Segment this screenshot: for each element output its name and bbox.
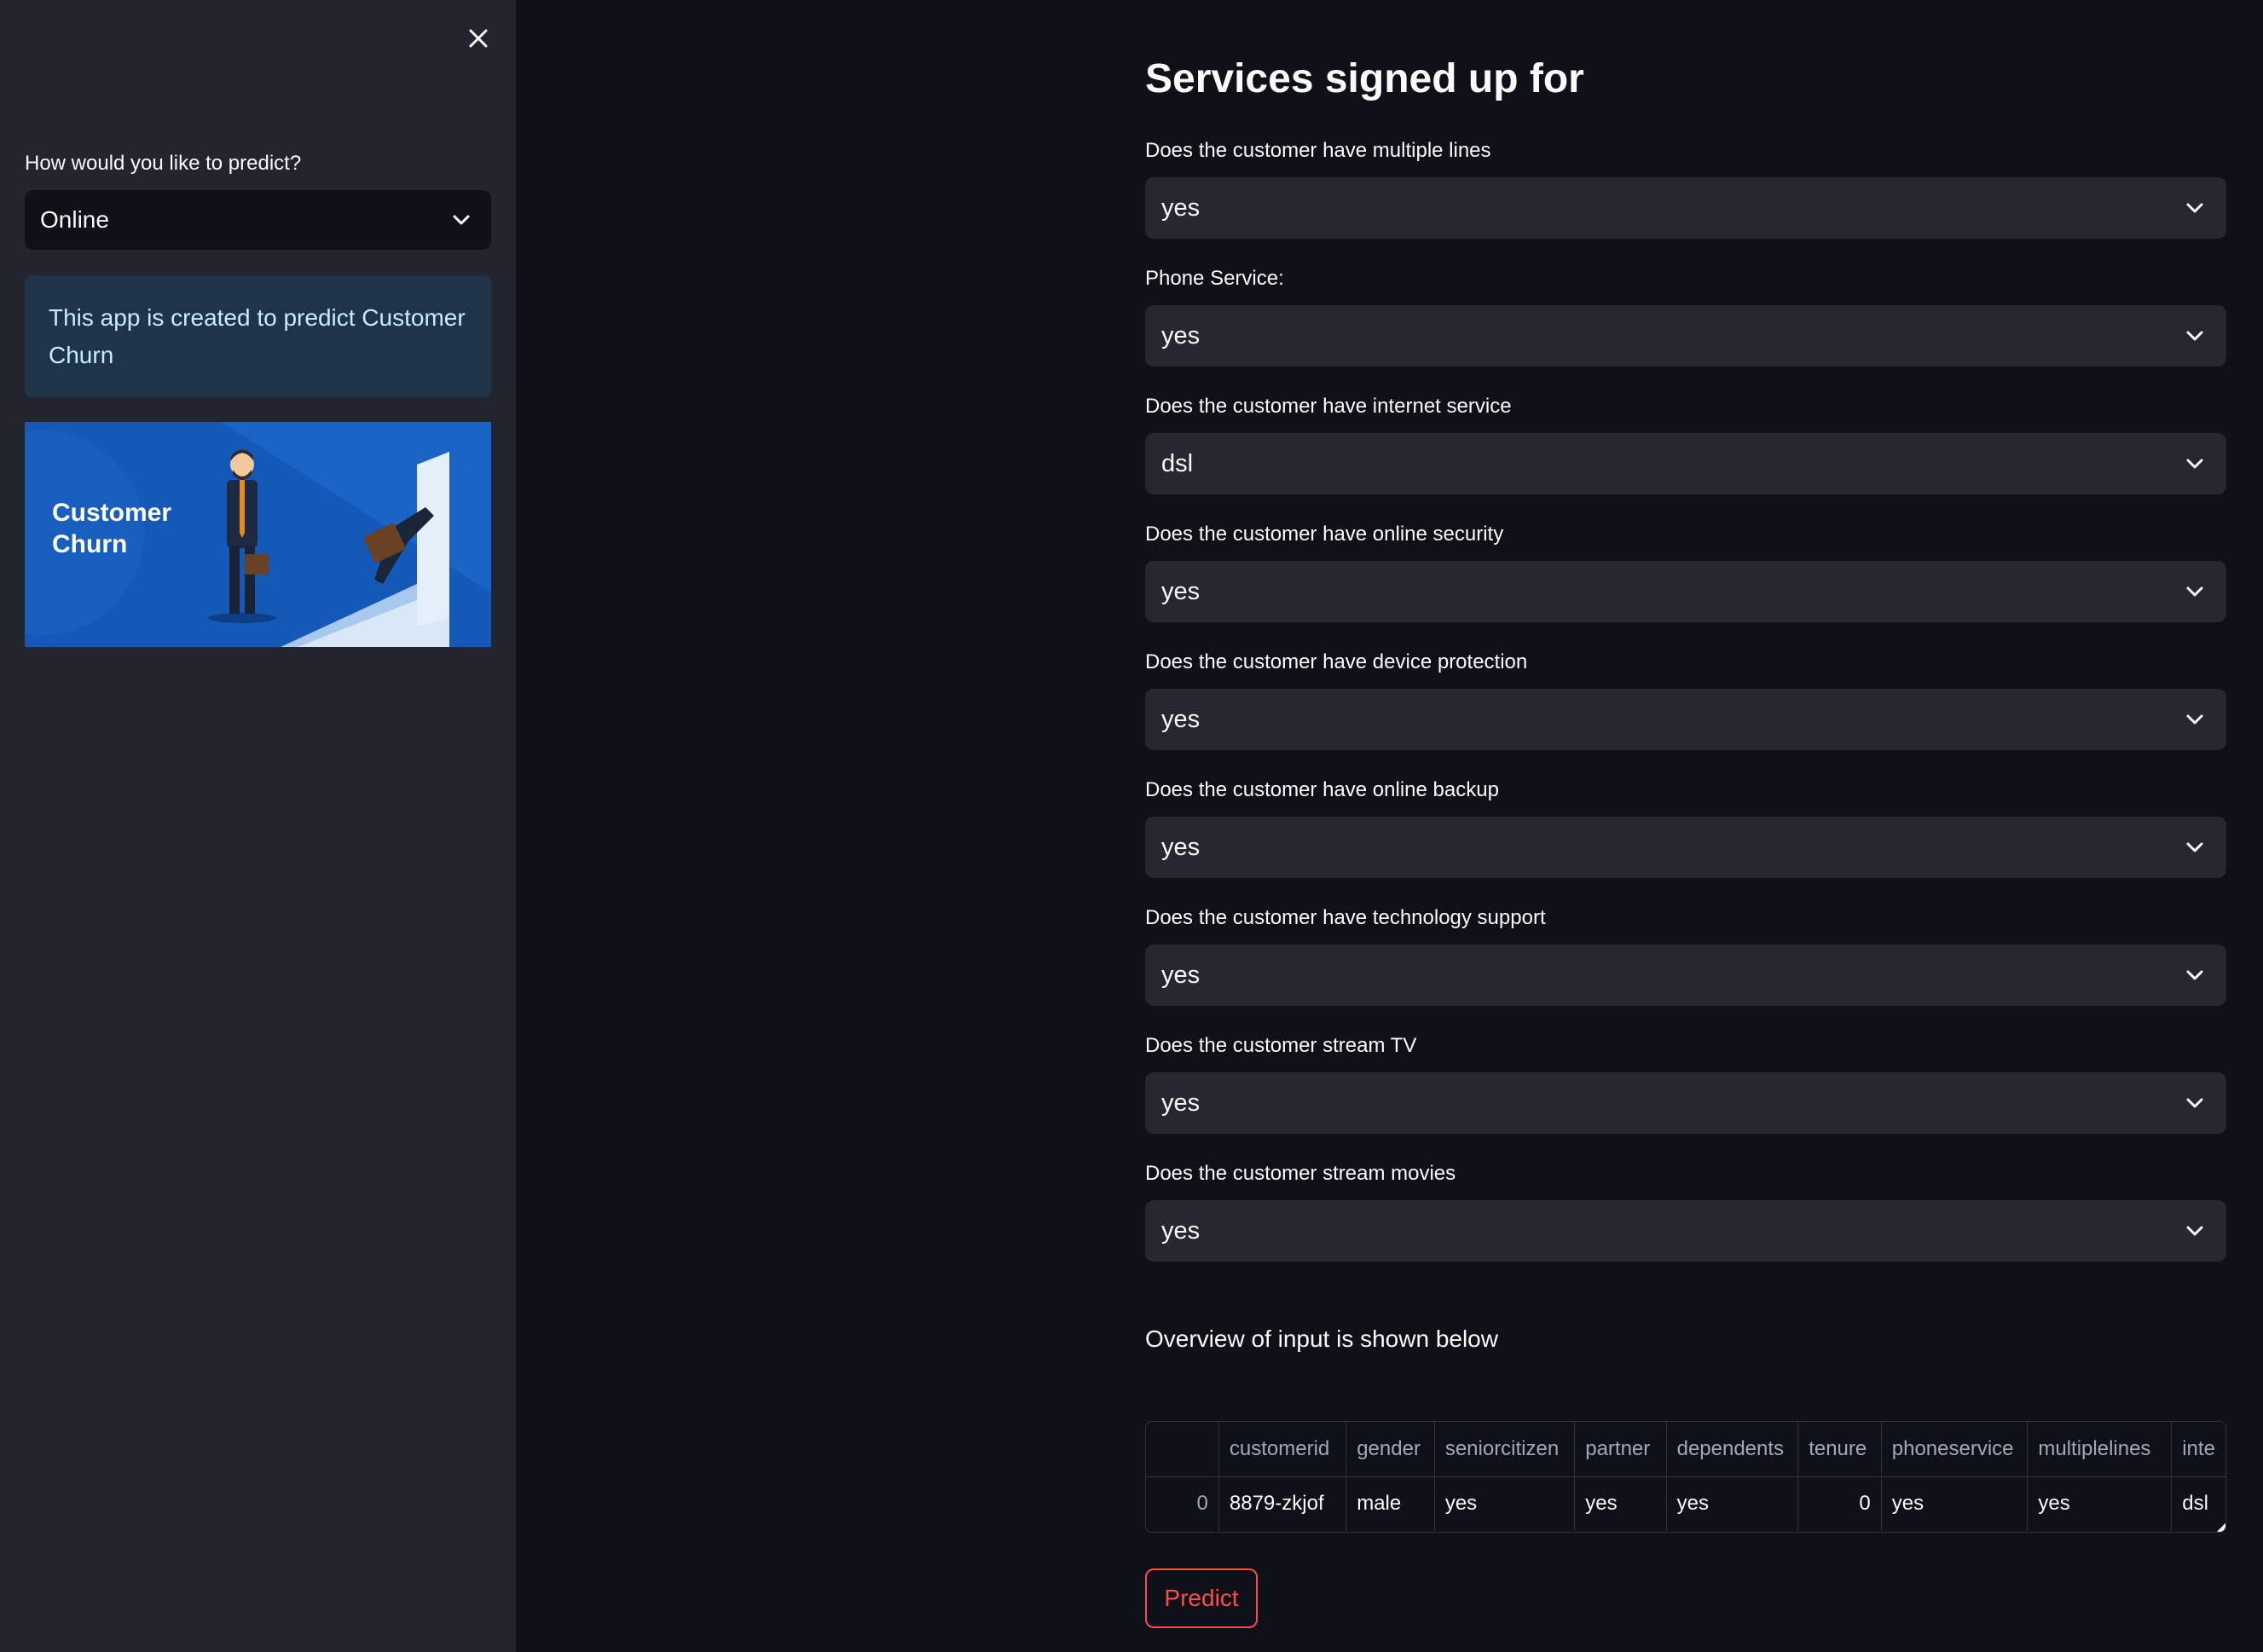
predict-mode-label: How would you like to predict? — [25, 152, 302, 175]
data-table: customerid gender seniorcitizen partner … — [1146, 1422, 2225, 1531]
technology-support-select[interactable]: yes — [1145, 944, 2226, 1006]
chevron-down-icon — [2186, 459, 2203, 469]
select-value: yes — [1161, 321, 1201, 349]
table-header-row: customerid gender seniorcitizen partner … — [1146, 1422, 2225, 1477]
column-header-multiplelines[interactable]: multiplelines — [2027, 1422, 2173, 1477]
column-header-customerid[interactable]: customerid — [1218, 1422, 1347, 1477]
table-cell[interactable]: 0 — [1797, 1476, 1882, 1531]
table-cell[interactable]: yes — [2027, 1476, 2173, 1531]
overview-text: Overview of input is shown below — [1145, 1326, 1498, 1352]
chevron-down-icon — [2186, 331, 2203, 341]
customer-churn-banner: Customer Churn — [25, 422, 491, 647]
field-online-backup: Does the customer have online backup yes — [1145, 776, 2226, 878]
select-value: dsl — [1161, 449, 1194, 477]
field-device-protection: Does the customer have device protection… — [1145, 648, 2226, 750]
table-cell[interactable]: yes — [1574, 1476, 1667, 1531]
stream-movies-select[interactable]: yes — [1145, 1200, 2226, 1262]
field-online-security: Does the customer have online security y… — [1145, 520, 2226, 622]
column-header-phoneservice[interactable]: phoneservice — [1881, 1422, 2029, 1477]
field-label: Does the customer stream movies — [1145, 1162, 1456, 1185]
close-sidebar-button[interactable] — [461, 21, 495, 55]
field-label: Does the customer stream TV — [1145, 1034, 1417, 1057]
chevron-down-icon — [2186, 714, 2203, 725]
field-stream-tv: Does the customer stream TV yes — [1145, 1031, 2226, 1134]
chevron-down-icon — [453, 215, 470, 225]
table-resize-handle[interactable] — [2217, 1523, 2225, 1532]
select-value: yes — [1161, 1216, 1201, 1245]
close-icon — [469, 29, 488, 48]
page-title: Services signed up for — [1145, 56, 1584, 101]
column-header-gender[interactable]: gender — [1346, 1422, 1435, 1477]
field-label: Does the customer have internet service — [1145, 395, 1512, 418]
select-value: yes — [1161, 1089, 1201, 1117]
field-label: Does the customer have online security — [1145, 523, 1504, 546]
chevron-down-icon — [2186, 970, 2203, 980]
field-label: Does the customer have online backup — [1145, 778, 1499, 801]
field-label: Phone Service: — [1145, 267, 1284, 290]
chevron-down-icon — [2186, 842, 2203, 852]
banner-title: Customer Churn — [52, 499, 172, 558]
chevron-down-icon — [2186, 586, 2203, 597]
field-phone-service: Phone Service: yes — [1145, 264, 2226, 367]
predict-mode-value: Online — [40, 206, 109, 233]
column-header-dependents[interactable]: dependents — [1666, 1422, 1799, 1477]
internet-service-select[interactable]: dsl — [1145, 433, 2226, 494]
phone-service-select[interactable]: yes — [1145, 305, 2226, 367]
predict-button[interactable]: Predict — [1145, 1568, 1258, 1628]
table-cell-index[interactable]: 0 — [1146, 1476, 1219, 1531]
multiple-lines-select[interactable]: yes — [1145, 177, 2226, 239]
field-stream-movies: Does the customer stream movies yes — [1145, 1159, 2226, 1262]
field-technology-support: Does the customer have technology suppor… — [1145, 904, 2226, 1006]
column-header-internetservice[interactable]: inte — [2171, 1422, 2225, 1477]
select-value: yes — [1161, 833, 1201, 861]
column-header-index[interactable] — [1146, 1422, 1219, 1477]
select-value: yes — [1161, 705, 1201, 733]
input-overview-table[interactable]: customerid gender seniorcitizen partner … — [1145, 1421, 2226, 1533]
table-cell[interactable]: yes — [1434, 1476, 1576, 1531]
column-header-tenure[interactable]: tenure — [1797, 1422, 1882, 1477]
info-box: This app is created to predict Customer … — [25, 275, 491, 397]
column-header-partner[interactable]: partner — [1574, 1422, 1667, 1477]
select-value: yes — [1161, 194, 1201, 222]
device-protection-select[interactable]: yes — [1145, 689, 2226, 750]
table-cell[interactable]: yes — [1666, 1476, 1799, 1531]
chevron-down-icon — [2186, 1226, 2203, 1236]
online-security-select[interactable]: yes — [1145, 561, 2226, 622]
field-multiple-lines: Does the customer have multiple lines ye… — [1145, 136, 2226, 239]
table-row: 0 8879-zkjof male yes yes yes 0 yes yes … — [1146, 1476, 2225, 1531]
column-header-seniorcitizen[interactable]: seniorcitizen — [1434, 1422, 1576, 1477]
field-label: Does the customer have device protection — [1145, 650, 1528, 673]
table-cell[interactable]: yes — [1881, 1476, 2029, 1531]
select-value: yes — [1161, 577, 1201, 605]
field-label: Does the customer have technology suppor… — [1145, 906, 1546, 929]
online-backup-select[interactable]: yes — [1145, 817, 2226, 878]
chevron-down-icon — [2186, 203, 2203, 213]
predict-mode-select[interactable]: Online — [25, 190, 491, 250]
table-cell[interactable]: 8879-zkjof — [1218, 1476, 1347, 1531]
chevron-down-icon — [2186, 1098, 2203, 1108]
info-text: This app is created to predict Customer … — [49, 304, 466, 368]
stream-tv-select[interactable]: yes — [1145, 1072, 2226, 1134]
field-label: Does the customer have multiple lines — [1145, 139, 1491, 162]
field-internet-service: Does the customer have internet service … — [1145, 392, 2226, 494]
sidebar: How would you like to predict? Online Th… — [0, 0, 516, 1652]
select-value: yes — [1161, 961, 1201, 989]
table-cell[interactable]: male — [1346, 1476, 1435, 1531]
